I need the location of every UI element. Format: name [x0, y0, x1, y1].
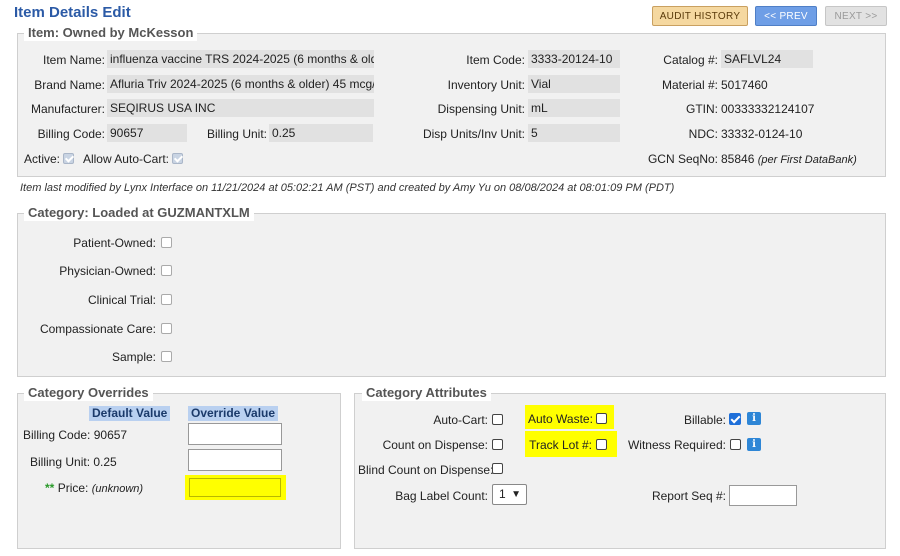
gtin-label: GTIN: — [686, 102, 718, 116]
prev-button[interactable]: << PREV — [755, 6, 817, 26]
billing-code-label: Billing Code: — [37, 127, 105, 141]
sample-label: Sample: — [111, 350, 156, 364]
sample-checkbox[interactable] — [161, 351, 172, 362]
price-label: Price: — [57, 481, 89, 495]
item-code-label: Item Code: — [466, 53, 525, 67]
audit-history-button[interactable]: AUDIT HISTORY — [652, 6, 748, 26]
report-seq-label: Report Seq #: — [651, 489, 726, 503]
auto-cart-label: Auto-Cart: — [433, 413, 488, 427]
override-billing-unit-row: Billing Unit: 0.25 — [30, 455, 117, 469]
track-lot-label: Track Lot #: — [529, 438, 592, 452]
attributes-legend: Category Attributes — [362, 385, 491, 401]
modified-note: Item last modified by Lynx Interface on … — [20, 182, 675, 194]
bag-label-count-select[interactable]: 1 ▼ — [492, 484, 527, 505]
bag-label-count-value: 1 — [499, 487, 506, 501]
witness-required-info-icon[interactable]: i — [747, 438, 761, 451]
inventory-unit-label: Inventory Unit: — [447, 78, 525, 92]
compassionate-care-label: Compassionate Care: — [39, 322, 156, 336]
billing-unit-label: Billing Unit: — [206, 127, 267, 141]
bag-label-count-label: Bag Label Count: — [395, 489, 488, 503]
material-label: Material #: — [661, 78, 718, 92]
witness-required-label: Witness Required: — [627, 438, 726, 452]
category-legend: Category: Loaded at GUZMANTXLM — [24, 205, 254, 221]
page-title: Item Details Edit — [14, 4, 131, 21]
auto-waste-label: Auto Waste: — [528, 412, 593, 426]
clinical-trial-checkbox[interactable] — [161, 294, 172, 305]
physician-owned-checkbox[interactable] — [161, 265, 172, 276]
price-required-stars: ** — [45, 481, 55, 495]
override-billing-code-row: Billing Code: 90657 — [23, 428, 127, 442]
item-name-label: Item Name: — [42, 53, 105, 67]
active-label: Active: — [23, 152, 60, 166]
override-price-row: ** Price: (unknown) — [45, 481, 143, 495]
billing-code-value: 90657 — [107, 124, 187, 142]
gtin-value: 00333332124107 — [721, 102, 815, 116]
dispensing-unit-value: mL — [528, 99, 620, 117]
patient-owned-checkbox[interactable] — [161, 237, 172, 248]
override-billing-code-default: 90657 — [93, 428, 128, 442]
price-override-input[interactable] — [189, 478, 281, 497]
inventory-unit-value: Vial — [528, 75, 620, 93]
override-billing-unit-default: 0.25 — [93, 455, 117, 469]
auto-waste-checkbox[interactable] — [596, 413, 607, 424]
auto-cart-checkbox[interactable] — [492, 414, 503, 425]
catalog-value: SAFLVL24 — [721, 50, 813, 68]
catalog-label: Catalog #: — [663, 53, 718, 67]
gcn-seqno-label: GCN SeqNo: — [647, 152, 718, 166]
clinical-trial-label: Clinical Trial: — [87, 293, 156, 307]
item-legend: Item: Owned by McKesson — [24, 25, 198, 41]
next-button[interactable]: NEXT >> — [825, 6, 887, 26]
billing-unit-value: 0.25 — [269, 124, 373, 142]
gcn-seqno-number: 85846 — [721, 152, 755, 166]
override-billing-code-label: Billing Code: — [23, 428, 91, 442]
billable-label: Billable: — [683, 413, 726, 427]
blind-count-checkbox[interactable] — [492, 463, 503, 474]
item-name-value: influenza vaccine TRS 2024-2025 (6 month… — [107, 50, 374, 68]
allow-auto-cart-checkbox[interactable] — [172, 153, 183, 164]
disp-units-inv-unit-value: 5 — [528, 124, 620, 142]
brand-name-label: Brand Name: — [34, 78, 105, 92]
disp-units-inv-unit-label: Disp Units/Inv Unit: — [422, 127, 525, 141]
ndc-label: NDC: — [688, 127, 718, 141]
billable-info-icon[interactable]: i — [747, 412, 761, 425]
material-value: 5017460 — [721, 78, 768, 92]
gcn-seqno-value: 85846 (per First DataBank) — [721, 152, 857, 166]
physician-owned-label: Physician-Owned: — [59, 264, 156, 278]
allow-auto-cart-label: Allow Auto-Cart: — [82, 152, 169, 166]
count-on-dispense-checkbox[interactable] — [492, 439, 503, 450]
chevron-down-icon: ▼ — [511, 489, 521, 500]
compassionate-care-checkbox[interactable] — [161, 323, 172, 334]
count-on-dispense-label: Count on Dispense: — [382, 438, 488, 452]
billable-checkbox[interactable] — [729, 413, 741, 425]
dispensing-unit-label: Dispensing Unit: — [437, 102, 525, 116]
billing-unit-override-input[interactable] — [188, 449, 282, 471]
active-checkbox[interactable] — [63, 153, 74, 164]
blind-count-label: Blind Count on Dispense: — [358, 463, 494, 477]
overrides-panel — [17, 393, 341, 549]
manufacturer-value: SEQIRUS USA INC — [107, 99, 374, 117]
default-value-header: Default Value — [89, 406, 171, 421]
overrides-legend: Category Overrides — [24, 385, 153, 401]
override-value-header: Override Value — [188, 406, 279, 421]
ndc-value: 33332-0124-10 — [721, 127, 803, 141]
brand-name-value: Afluria Triv 2024-2025 (6 months & older… — [107, 75, 374, 93]
track-lot-checkbox[interactable] — [596, 439, 607, 450]
patient-owned-label: Patient-Owned: — [73, 236, 156, 250]
override-billing-unit-label: Billing Unit: — [30, 455, 91, 469]
billing-code-override-input[interactable] — [188, 423, 282, 445]
witness-required-checkbox[interactable] — [730, 439, 741, 450]
price-default: (unknown) — [91, 483, 144, 495]
gcn-seqno-note: (per First DataBank) — [757, 154, 857, 166]
item-code-value: 3333-20124-10 — [528, 50, 620, 68]
report-seq-input[interactable] — [729, 485, 797, 506]
manufacturer-label: Manufacturer: — [30, 102, 105, 116]
